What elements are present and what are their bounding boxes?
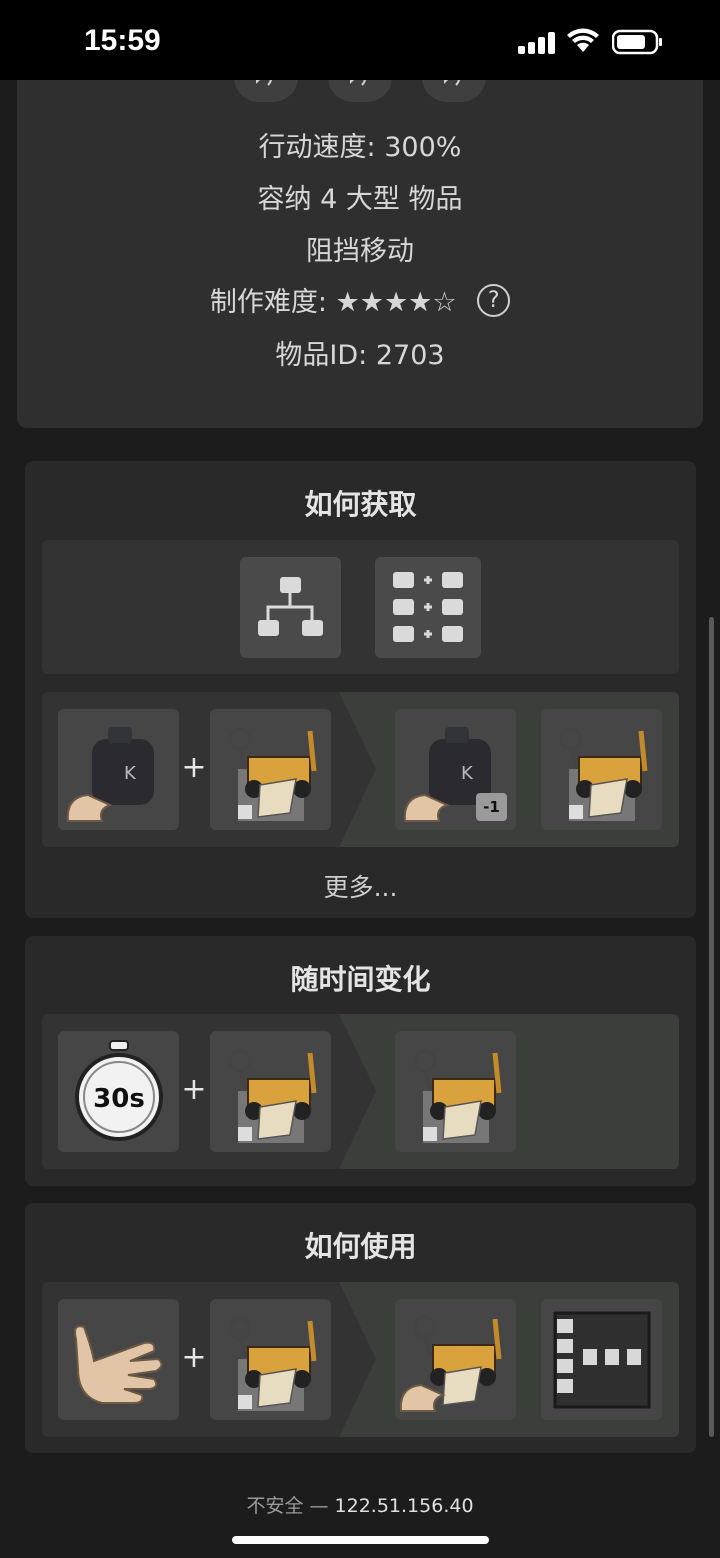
plus-sign: + xyxy=(181,1340,207,1375)
security-warning: 不安全 — xyxy=(246,1495,329,1517)
decay-title: 随时间变化 xyxy=(290,963,431,996)
difficulty-stars: ★★★★☆ xyxy=(335,287,457,318)
item-info-card: 行动速度: 300% 容纳 4 大型 物品 阻挡移动 制作难度: ★★★★☆ ?… xyxy=(17,80,703,428)
obtain-tools-panel xyxy=(42,540,679,674)
result-crude-car[interactable] xyxy=(541,709,662,830)
crude-car-icon xyxy=(559,727,648,821)
obtain-title: 如何获取 xyxy=(304,488,417,521)
scrollbar[interactable] xyxy=(709,617,714,1437)
recipe-grid-button[interactable] xyxy=(375,557,481,658)
sound-button-3[interactable] xyxy=(422,80,486,102)
obtain-recipe-panel: K + K -1 xyxy=(42,692,679,847)
home-indicator[interactable] xyxy=(232,1536,489,1544)
blocks-movement-text: 阻挡移动 xyxy=(306,236,414,267)
svg-text:K: K xyxy=(461,763,474,784)
crude-car-icon xyxy=(228,1317,317,1411)
result-car-in-hand[interactable] xyxy=(395,1299,516,1420)
signal-icon xyxy=(518,32,558,54)
difficulty-row: 制作难度: ★★★★☆ ? xyxy=(17,280,703,320)
crude-car-icon xyxy=(399,1315,502,1412)
address-bar[interactable]: 不安全 — 122.51.156.40 xyxy=(0,1491,720,1518)
help-icon[interactable]: ? xyxy=(477,284,511,317)
floor-tile-icon xyxy=(553,1311,651,1409)
status-time: 15:59 xyxy=(84,24,161,57)
ingredient-crude-car[interactable] xyxy=(210,709,331,830)
timer-label: 30s xyxy=(93,1084,145,1114)
item-id-text: 物品ID: 2703 xyxy=(275,340,445,371)
decay-section: 随时间变化 30s + xyxy=(25,936,696,1186)
svg-text:K: K xyxy=(124,763,137,784)
use-title: 如何使用 xyxy=(304,1230,417,1263)
speaker-icon xyxy=(256,80,272,86)
recipe-grid-icon xyxy=(393,572,463,642)
tech-tree-button[interactable] xyxy=(240,557,341,658)
count-badge: -1 xyxy=(476,793,507,821)
backpack-icon: K xyxy=(66,727,154,822)
more-link[interactable]: 更多... xyxy=(25,868,696,904)
obtain-section: 如何获取 K + K -1 更多... xyxy=(25,461,696,918)
ingredient-crude-car[interactable] xyxy=(210,1031,331,1152)
result-floor-tile[interactable] xyxy=(541,1299,662,1420)
hand-icon xyxy=(74,1325,163,1404)
stopwatch-icon: 30s xyxy=(75,1040,163,1141)
timer-tile[interactable]: 30s xyxy=(58,1031,179,1152)
crude-car-icon xyxy=(228,1049,317,1143)
capacity-text: 容纳 4 大型 物品 xyxy=(257,184,463,215)
wifi-icon xyxy=(567,28,599,52)
speaker-icon xyxy=(444,80,460,86)
speed-text: 行动速度: 300% xyxy=(258,132,462,163)
use-section: 如何使用 + xyxy=(25,1203,696,1453)
plus-sign: + xyxy=(181,1072,207,1107)
difficulty-label: 制作难度: xyxy=(209,287,327,318)
ingredient-backpack-hand[interactable]: K xyxy=(58,709,179,830)
empty-hand-tile[interactable] xyxy=(58,1299,179,1420)
crude-car-icon xyxy=(413,1049,502,1143)
ingredient-crude-car[interactable] xyxy=(210,1299,331,1420)
crude-car-icon xyxy=(228,727,317,821)
url-text: 122.51.156.40 xyxy=(334,1495,474,1517)
result-crude-car[interactable] xyxy=(395,1031,516,1152)
use-recipe-panel: + xyxy=(42,1282,679,1437)
sound-button-1[interactable] xyxy=(234,80,298,102)
decay-recipe-panel: 30s + xyxy=(42,1014,679,1169)
speaker-icon xyxy=(350,80,366,86)
tech-tree-icon xyxy=(258,577,323,636)
battery-icon xyxy=(612,29,662,55)
plus-sign: + xyxy=(181,750,207,785)
sound-button-2[interactable] xyxy=(328,80,392,102)
result-backpack-hand[interactable]: K -1 xyxy=(395,709,516,830)
status-bar: 15:59 xyxy=(0,0,720,80)
